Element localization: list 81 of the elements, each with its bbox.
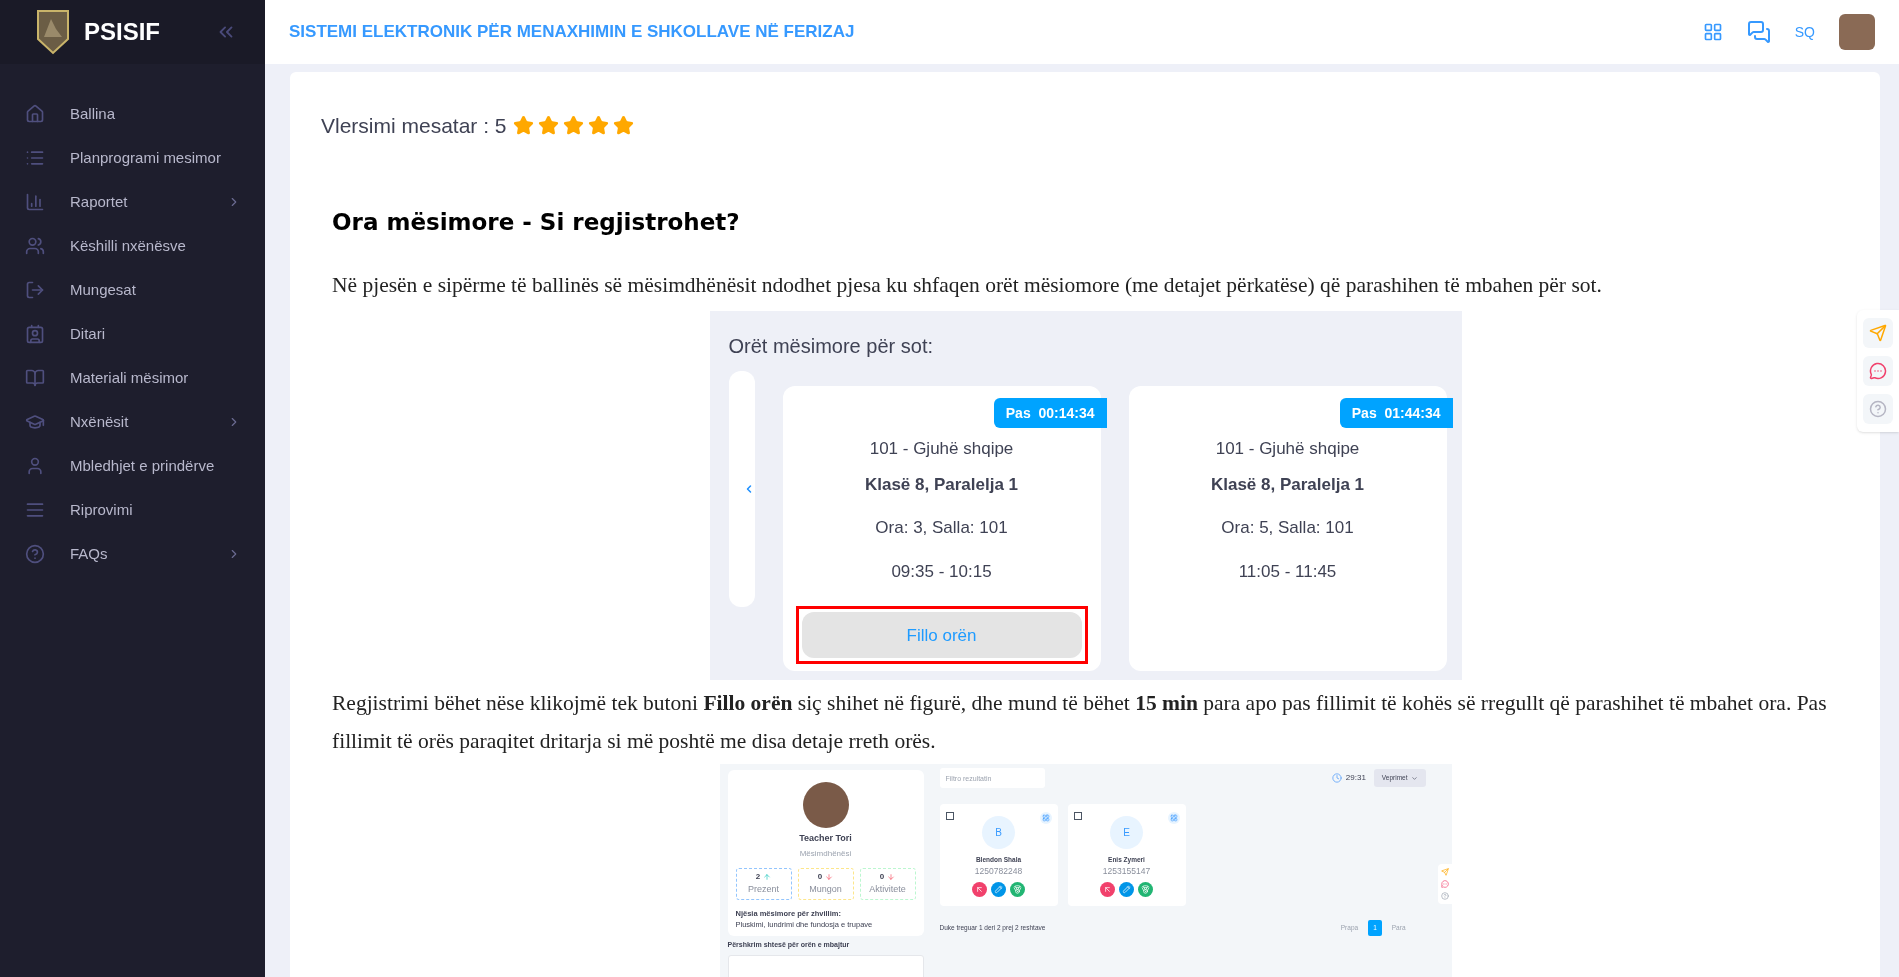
down-arrow-icon — [887, 873, 896, 881]
star-icon — [612, 115, 634, 137]
teacher-name: Teacher Tori — [799, 832, 852, 846]
sidebar-item[interactable]: Nxënësit — [0, 400, 265, 444]
caret-icon — [1410, 774, 1418, 782]
stat-value: 0 — [817, 871, 823, 883]
student-id: 1253155147 — [1102, 865, 1151, 878]
stat-label: Mungon — [809, 883, 842, 896]
sidebar-item[interactable]: Planprogrami mesimor — [0, 136, 265, 180]
apps-icon[interactable] — [1702, 22, 1723, 42]
sidebar-item[interactable]: Materiali mësimor — [0, 356, 265, 400]
medal-icon[interactable] — [1138, 881, 1153, 897]
help-icon — [25, 544, 45, 564]
student-id: 1250782248 — [974, 865, 1023, 878]
book-icon — [25, 368, 45, 388]
help-icon[interactable] — [1863, 394, 1893, 424]
sidebar-item[interactable]: Mungesat — [0, 268, 265, 312]
lines-icon — [25, 500, 45, 520]
stat-value: 0 — [879, 871, 885, 883]
teacher-role: Mësimdhënësi — [799, 847, 852, 860]
sidebar-item[interactable]: Këshilli nxënësve — [0, 224, 265, 268]
crest-logo-icon — [36, 9, 70, 55]
article-paragraph: Në pjesën e sipërme të ballinës së mësimdhënësit ndodhet pjesa ku shfaqen orët mësiomore (me detajet përkatëse) që parashihen të mbahen për sot. — [332, 272, 1603, 299]
help-icon[interactable] — [1440, 892, 1449, 901]
grid-icon[interactable] — [1039, 812, 1052, 825]
grid-icon[interactable] — [1167, 812, 1180, 825]
person-icon — [25, 456, 45, 476]
stat-value: 2 — [755, 871, 761, 883]
brand-name: PSISIF — [84, 17, 161, 47]
countdown-badge: Pas 01:44:34 — [1339, 398, 1453, 429]
list-icon — [25, 148, 45, 168]
sidebar-item[interactable]: Ballina — [0, 92, 265, 136]
sidebar-item[interactable]: FAQs — [0, 532, 265, 576]
stat-label: Aktivitete — [869, 883, 906, 896]
student-checkbox[interactable] — [1073, 812, 1082, 821]
lesson-class: Klasë 8, Paralelja 1 — [864, 473, 1019, 496]
sidebar-item[interactable]: Riprovimi — [0, 488, 265, 532]
up-arrow-icon — [763, 873, 772, 881]
chat-icon[interactable] — [1746, 20, 1771, 44]
chat-bubble-icon[interactable] — [1863, 356, 1893, 386]
star-icon — [562, 115, 584, 137]
lesson-class: Klasë 8, Paralelja 1 — [1210, 473, 1365, 496]
article-heading: Ora mësimore - Si regjistrohet? — [332, 207, 741, 237]
bar-chart-icon — [25, 192, 45, 212]
lesson-subject: 101 - Gjuhë shqipe — [1215, 438, 1360, 461]
contact-book-icon — [25, 324, 45, 344]
countdown-badge: Pas 00:14:34 — [993, 398, 1107, 429]
lesson-room: Ora: 3, Salla: 101 — [875, 517, 1008, 540]
lessons-title: Orët mësimore për sot: — [728, 334, 934, 360]
timer-text: 29:31 — [1345, 772, 1366, 785]
lesson-time: 11:05 - 11:45 — [1238, 560, 1337, 583]
lesson-time: 09:35 - 10:15 — [891, 560, 992, 583]
sidebar-item[interactable]: Mbledhjet e prindërve — [0, 444, 265, 488]
edit-icon[interactable] — [991, 881, 1006, 897]
student-checkbox[interactable] — [945, 812, 954, 821]
student-avatar: E — [1110, 816, 1143, 850]
stat-label: Prezent — [748, 883, 779, 896]
paper-plane-icon[interactable] — [1440, 868, 1449, 877]
home-icon — [25, 104, 45, 124]
description-field[interactable] — [727, 954, 924, 977]
article-paragraph: Regjistrimi bëhet nëse klikojmë tek butoni Fillo orën siç shihet në figurë, dhe mund të bëhet 15 min para apo pas fillimit të kohës së rregullt që parashihet të mbahet ora. Pas fillimit të orës paraqitet dritarja si më poshtë me disa detaje rreth orës. — [332, 690, 1828, 756]
chat-bubble-icon[interactable] — [1440, 880, 1449, 889]
student-avatar: B — [982, 816, 1015, 850]
medal-icon[interactable] — [1010, 881, 1025, 897]
sidebar-item[interactable]: Ditari — [0, 312, 265, 356]
star-icon — [587, 115, 609, 137]
exit-icon — [25, 280, 45, 300]
sidebar-item[interactable]: Raportet — [0, 180, 265, 224]
paper-plane-icon[interactable] — [1863, 318, 1893, 348]
graduate-icon — [25, 412, 45, 432]
user-avatar[interactable] — [1839, 14, 1875, 50]
down-arrow-icon — [825, 873, 834, 881]
star-icon — [537, 115, 559, 137]
users-icon — [25, 236, 45, 256]
app-title: SISTEMI ELEKTRONIK PËR MENAXHIMIN E SHKOLLAVE NË FERIZAJ — [289, 21, 855, 44]
edit-icon[interactable] — [1119, 881, 1134, 897]
star-icon — [512, 115, 534, 137]
rating-label: Vlersimi mesatar : 5 — [321, 113, 507, 139]
alarm-clock-icon — [1331, 773, 1342, 784]
lesson-subject: 101 - Gjuhë shqipe — [869, 438, 1014, 461]
lesson-room: Ora: 5, Salla: 101 — [1221, 517, 1354, 540]
